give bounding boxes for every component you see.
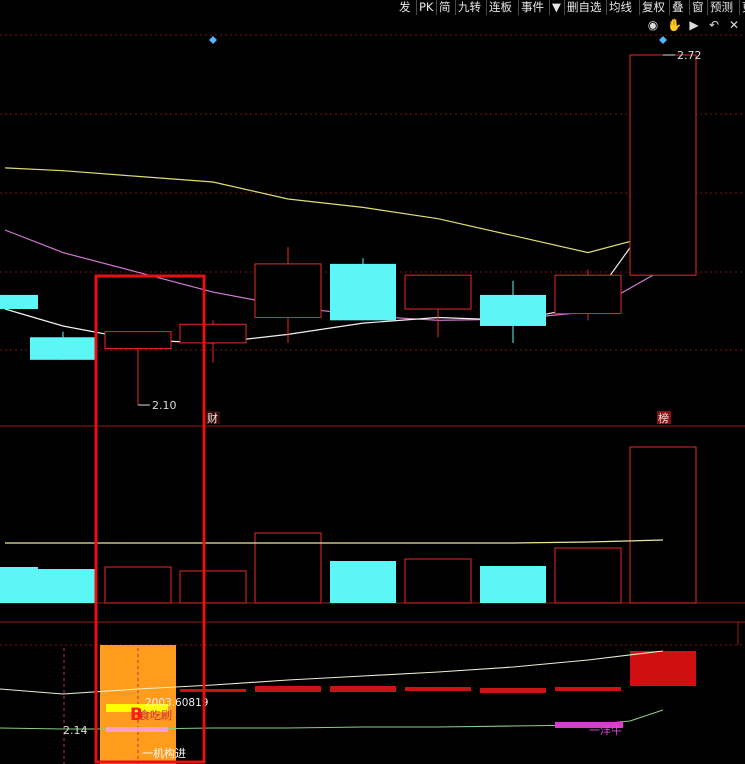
indicator-bar [405, 687, 471, 691]
candle-body [480, 294, 546, 326]
indicator-text-label: 食吃刷 [139, 708, 172, 722]
max-price-label: 2.72 [677, 49, 702, 62]
indicator-bar [330, 686, 396, 692]
indicator-text-label: 一洋牛 [589, 723, 622, 737]
volume-bar [404, 558, 472, 604]
volume-bar [480, 566, 546, 603]
candle-body [554, 274, 622, 315]
indicator-bar [180, 689, 246, 692]
volume-bar [30, 569, 96, 603]
indicator-text-label: 一机构进 [142, 746, 186, 760]
volume-bar [104, 566, 172, 604]
candle-body [330, 263, 396, 321]
candle-body [404, 274, 472, 310]
signal-bar-pink [106, 727, 168, 732]
indicator-bar [255, 686, 321, 692]
min-price-label: 2.10 [152, 399, 177, 412]
diamond-marker [659, 36, 667, 44]
volume-bar [179, 570, 247, 604]
event-marker-cai: 财 [207, 411, 218, 425]
candle-body [104, 331, 172, 350]
candle-body [179, 323, 247, 344]
indicator-bar [480, 688, 546, 693]
candle-body [629, 54, 697, 276]
diamond-marker [209, 36, 217, 44]
stock-chart: 2.10 2.72 财 榜 2.14 2003.60819食吃刷一机构进 一洋牛 B [0, 34, 745, 764]
volume-ma-line [5, 539, 664, 544]
ma-line-yellow [4, 167, 664, 254]
volume-bar [629, 446, 697, 604]
indicator-value-label: 2.14 [63, 724, 88, 737]
indicator-bar-large [630, 651, 696, 686]
buy-signal-letter: B [130, 705, 143, 725]
candle-body [0, 294, 38, 310]
indicator-bar [555, 687, 621, 691]
candle-body [30, 337, 96, 360]
volume-bar [554, 547, 622, 604]
candle-body [254, 263, 322, 319]
indicator-code-label: 2003.60819 [145, 697, 208, 709]
volume-bar [330, 561, 396, 603]
event-marker-bang: 榜 [658, 411, 669, 425]
